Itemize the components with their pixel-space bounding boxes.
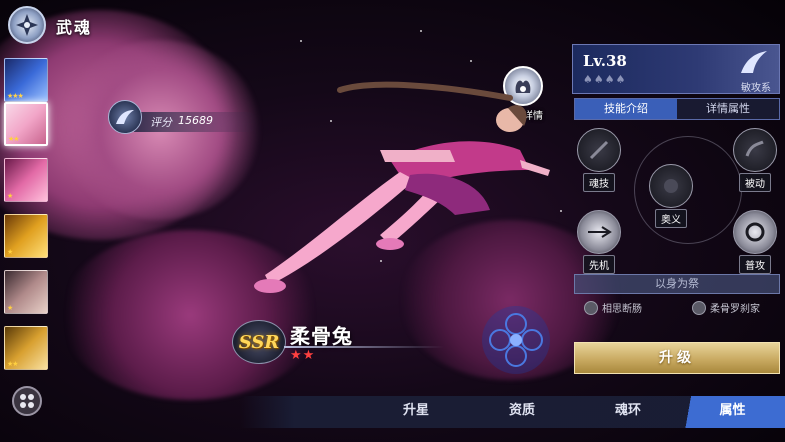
soul-emblem-icon	[478, 302, 554, 378]
spirit-stars: ★★	[290, 348, 316, 363]
tab-aptitude[interactable]: 资质	[472, 396, 572, 428]
bond-icon	[584, 300, 598, 315]
grid-icon	[20, 394, 34, 408]
wing-icon	[108, 100, 142, 134]
bottom-nav: 升星 资质 魂环 属性	[240, 396, 785, 428]
tab-soul-ring[interactable]: 魂环	[578, 396, 678, 428]
passive-icon	[733, 128, 777, 172]
bond-list: 相思断肠 柔骨罗刹家	[584, 300, 784, 318]
rating-value: 15689	[178, 114, 213, 127]
normal-attack-icon	[733, 210, 777, 254]
roster-slot-stars: ★	[7, 304, 13, 312]
upgrade-button[interactable]: 升级	[574, 342, 780, 374]
skill-label: 被动	[739, 173, 771, 192]
roster-slot-stars: ★★	[7, 360, 19, 368]
skill-initiative[interactable]: 先机	[576, 210, 622, 274]
level-text: Lv.38	[583, 52, 627, 70]
roster-slot[interactable]: ★★★	[4, 58, 48, 102]
level-box: Lv.38 ♠♠♠♠ 敏攻系	[572, 44, 780, 94]
rarity-label: SSR	[238, 331, 280, 353]
menu-grid-button[interactable]	[12, 386, 42, 416]
rating-display: 评分 15689	[108, 100, 258, 134]
roster-slot[interactable]: ★★	[4, 326, 48, 370]
tab-skill-intro[interactable]: 技能介绍	[575, 99, 677, 119]
back-emblem-icon[interactable]	[8, 6, 46, 44]
top-bar: 武魂	[0, 0, 200, 48]
roster-slot[interactable]: ★	[4, 158, 48, 202]
skill-label: 先机	[583, 255, 615, 274]
level-pips: ♠♠♠♠	[583, 73, 627, 86]
skill-label: 普攻	[739, 255, 771, 274]
skill-label: 奥义	[655, 209, 687, 228]
roster-slot-stars: ★★★	[7, 92, 24, 100]
spirit-name-card: SSR 柔骨兔 ★★	[232, 318, 452, 368]
tab-detail-attributes[interactable]: 详情属性	[677, 99, 779, 119]
roster-slot-stars: ★	[7, 192, 13, 200]
character-model	[240, 80, 560, 310]
sacrifice-bar[interactable]: 以身为祭	[574, 274, 780, 294]
skill-normal-attack[interactable]: 普攻	[732, 210, 778, 274]
agility-type-icon	[741, 51, 767, 73]
skill-soul-skill[interactable]: 魂技	[576, 128, 622, 192]
rating-label: 评分	[150, 116, 172, 129]
initiative-icon	[577, 210, 621, 254]
bond-label: 柔骨罗刹家	[710, 304, 760, 315]
info-tabs: 技能介绍 详情属性	[574, 98, 780, 120]
skill-label: 魂技	[583, 173, 615, 192]
rarity-badge: SSR	[232, 320, 286, 364]
roster-slot[interactable]: ★	[4, 214, 48, 258]
ultimate-icon	[649, 164, 693, 208]
skill-ultimate[interactable]: 奥义	[648, 164, 694, 228]
skill-passive[interactable]: 被动	[732, 128, 778, 192]
spirit-name: 柔骨兔	[290, 324, 353, 348]
tab-star-up[interactable]: 升星	[366, 396, 466, 428]
page-title: 武魂	[56, 18, 93, 37]
spirit-roster: ★★★ ★★ ★ ★ ★ ★★	[0, 52, 52, 382]
tab-attributes[interactable]: 属性	[680, 396, 785, 428]
roster-slot[interactable]: ★	[4, 270, 48, 314]
bond-item[interactable]: 相思断肠	[584, 300, 642, 315]
roster-slot-stars: ★★	[8, 135, 20, 143]
bond-icon	[692, 300, 706, 315]
sacrifice-label: 以身为祭	[655, 277, 699, 290]
spirit-info-panel: Lv.38 ♠♠♠♠ 敏攻系 技能介绍 详情属性 魂技 被动 奥义 先机 普攻 …	[572, 44, 785, 392]
roster-slot-stars: ★	[7, 248, 13, 256]
bond-item[interactable]: 柔骨罗刹家	[692, 300, 760, 315]
spirit-type-label: 敏攻系	[741, 83, 771, 94]
soul-skill-icon	[577, 128, 621, 172]
bond-label: 相思断肠	[602, 304, 642, 315]
roster-slot-selected[interactable]: ★★	[4, 102, 48, 146]
